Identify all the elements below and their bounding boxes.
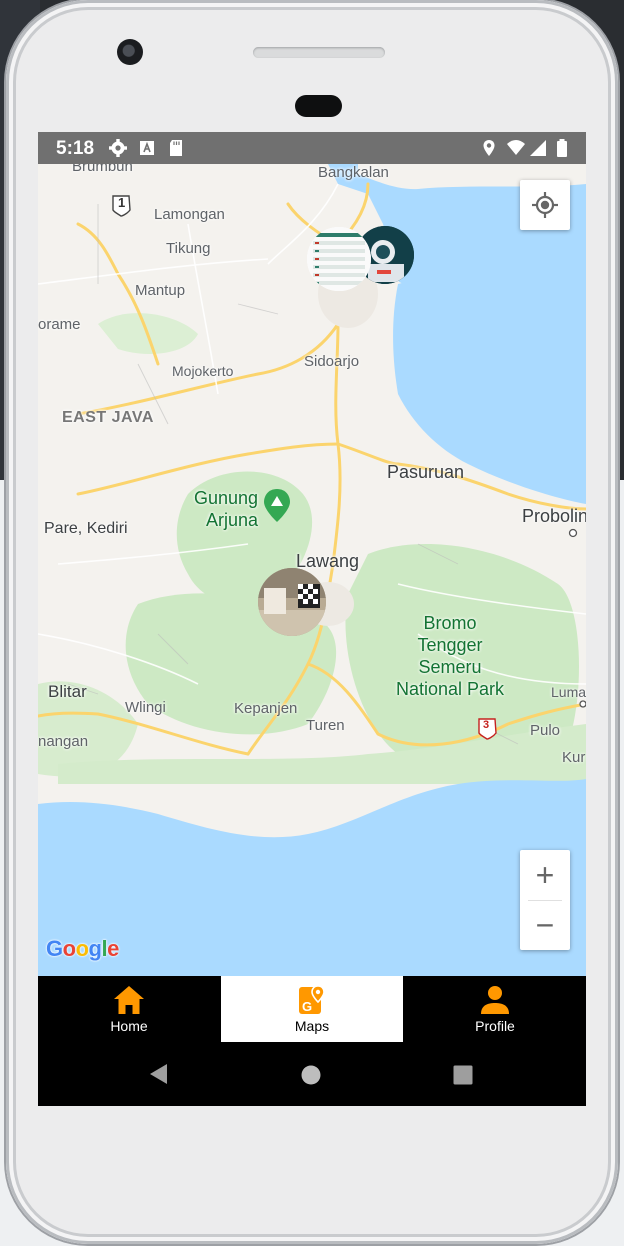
nav-item-home[interactable]: Home: [38, 976, 220, 1042]
map-label-prame: orame: [38, 316, 81, 333]
map-label-nangan: nangan: [38, 733, 89, 750]
device-screen: 5:18 Bangkalan Brumbun 1 Lamongan Tikung…: [38, 132, 586, 1106]
map-label-pasuruan: Pasuruan: [387, 462, 465, 482]
map-label-wlingi: Wlingi: [125, 699, 166, 716]
front-camera: [117, 39, 143, 65]
map-label-gunung-arjuna-line2: Arjuna: [206, 510, 259, 530]
road-shield-3: 3: [483, 719, 490, 731]
cell-signal-icon: [530, 140, 546, 156]
home-icon: [114, 986, 144, 1014]
map-label-bromo-park: Bromo Tengger Semeru National Park: [396, 612, 504, 700]
sd-card-icon: [170, 140, 182, 156]
person-icon: [481, 986, 509, 1014]
map-label-mantup: Mantup: [135, 282, 186, 299]
covid-table-thumbnail: [307, 227, 371, 291]
recents-icon[interactable]: [452, 1064, 474, 1086]
google-letter-g2: g: [88, 936, 102, 961]
wifi-icon: [507, 140, 525, 155]
zoom-out-button[interactable]: −: [520, 900, 570, 950]
map-label-kepanjen: Kepanjen: [234, 700, 298, 717]
google-logo: Google: [46, 936, 119, 962]
map-label-bromo-line3: Semeru: [418, 657, 482, 677]
bottom-navigation: Home G Maps Profile: [38, 976, 586, 1042]
battery-icon: [557, 139, 567, 157]
map-label-lamongan: Lamongan: [154, 206, 225, 223]
zoom-in-button[interactable]: +: [520, 850, 570, 900]
google-letter-g1: G: [46, 936, 63, 961]
status-time: 5:18: [56, 138, 95, 159]
zoom-controls: + −: [520, 850, 570, 950]
map-pin-icon: G: [299, 985, 325, 1014]
nav-item-maps[interactable]: G Maps: [221, 976, 403, 1042]
nav-label-maps: Maps: [294, 1018, 330, 1034]
location-icon: [483, 140, 495, 156]
earpiece-speaker: [253, 47, 385, 58]
room-thumbnail: [258, 568, 326, 636]
map-label-kur: Kur: [562, 749, 586, 766]
map-label-bangkalan: Bangkalan: [318, 164, 389, 181]
system-navigation-bar: [38, 1042, 586, 1106]
app-a-icon: [140, 141, 154, 155]
proximity-sensor: [295, 95, 342, 117]
map-label-brumbun: Brumbun: [72, 164, 133, 175]
map-label-turen: Turen: [306, 717, 345, 734]
crosshair-icon: [532, 192, 558, 218]
photo-marker-covid-table[interactable]: [307, 227, 371, 291]
home-circle-icon[interactable]: [300, 1064, 322, 1086]
nav-label-profile: Profile: [475, 1018, 515, 1034]
map-label-lumajang: Luma: [551, 684, 586, 700]
map-label-blitar: Blitar: [48, 682, 87, 701]
map-label-bromo-line2: Tengger: [417, 635, 483, 655]
map-label-gunung-arjuna-line1: Gunung: [194, 488, 259, 508]
map-label-tikung: Tikung: [166, 240, 211, 257]
map-label-bromo-line1: Bromo: [423, 613, 477, 633]
map-label-mojokerto: Mojokerto: [172, 363, 234, 379]
back-icon[interactable]: [147, 1062, 171, 1086]
svg-text:G: G: [302, 999, 312, 1014]
map-label-bromo-line4: National Park: [396, 679, 505, 699]
map-label-pare-kediri: Pare, Kediri: [44, 520, 128, 537]
photo-marker-room[interactable]: [258, 568, 326, 636]
google-letter-e: e: [107, 936, 119, 961]
map-label-east-java: EAST JAVA: [62, 409, 154, 426]
status-bar: 5:18: [38, 132, 586, 164]
nav-label-home: Home: [110, 1018, 148, 1034]
map-label-probolinggo: Probolin: [522, 506, 586, 526]
map-label-gunung-arjuna: Gunung Arjuna: [194, 487, 258, 531]
map-label-pulo: Pulo: [530, 722, 561, 739]
google-letter-o2: o: [75, 936, 89, 961]
settings-icon: [109, 139, 127, 157]
map-view[interactable]: Bangkalan Brumbun 1 Lamongan Tikung Mant…: [38, 164, 586, 976]
nav-item-profile[interactable]: Profile: [404, 976, 586, 1042]
road-shield-1: 1: [118, 195, 126, 210]
my-location-button[interactable]: [520, 180, 570, 230]
map-label-sidoarjo: Sidoarjo: [304, 353, 360, 370]
google-letter-o1: o: [62, 936, 76, 961]
